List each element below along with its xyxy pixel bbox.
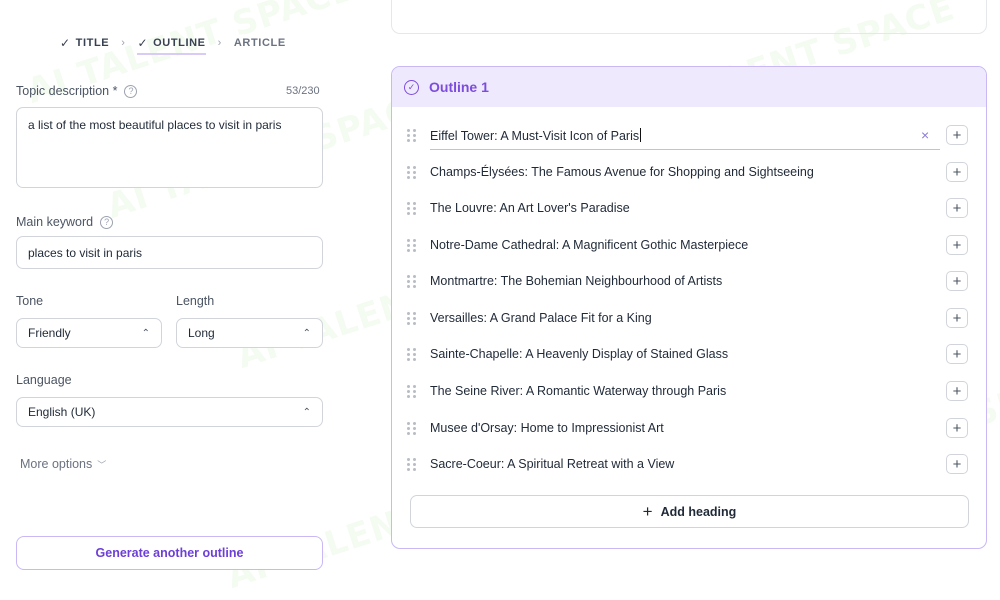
check-circle-icon: ✓ — [404, 79, 419, 95]
wizard-steps: ✓ TITLE › ✓ OUTLINE › ARTICLE — [60, 31, 286, 55]
plus-icon: + — [642, 501, 653, 521]
step-title[interactable]: ✓ TITLE — [60, 36, 109, 50]
add-subheading-button[interactable]: + — [946, 308, 968, 328]
add-subheading-button[interactable]: + — [946, 162, 968, 182]
add-subheading-button[interactable]: + — [946, 381, 968, 401]
add-subheading-button[interactable]: + — [946, 344, 968, 364]
topic-textarea[interactable]: a list of the most beautiful places to v… — [16, 107, 323, 188]
more-options-toggle[interactable]: More options ﹀ — [20, 457, 106, 471]
heading-row[interactable]: Notre-Dame Cathedral: A Magnificent Goth… — [392, 227, 986, 263]
heading-row[interactable]: Versailles: A Grand Palace Fit for a Kin… — [392, 300, 986, 336]
outline-title: Outline 1 — [429, 79, 489, 95]
heading-row[interactable]: The Seine River: A Romantic Waterway thr… — [392, 373, 986, 409]
input-underline — [430, 148, 940, 150]
add-heading-label: Add heading — [660, 504, 737, 519]
drag-handle-icon[interactable] — [407, 457, 417, 471]
help-icon[interactable]: ? — [100, 215, 114, 229]
topic-char-counter: 53/230 — [286, 85, 320, 97]
drag-handle-icon[interactable] — [407, 238, 417, 252]
heading-row[interactable]: Sainte-Chapelle: A Heavenly Display of S… — [392, 336, 986, 372]
tone-label: Tone — [16, 294, 44, 308]
heading-text[interactable]: Montmartre: The Bohemian Neighbourhood o… — [430, 274, 722, 288]
check-icon: ✓ — [137, 36, 149, 50]
drag-handle-icon[interactable] — [407, 421, 417, 435]
previous-card-edge — [391, 0, 987, 34]
check-icon: ✓ — [60, 36, 71, 50]
add-subheading-button[interactable]: + — [946, 271, 968, 291]
add-subheading-button[interactable]: + — [946, 198, 968, 218]
step-label: TITLE — [75, 37, 110, 49]
length-value: Long — [188, 326, 215, 340]
keyword-input[interactable]: places to visit in paris — [16, 236, 323, 269]
drag-handle-icon[interactable] — [407, 201, 417, 215]
step-article[interactable]: ARTICLE — [234, 37, 286, 49]
language-value: English (UK) — [28, 405, 96, 419]
heading-row[interactable]: Montmartre: The Bohemian Neighbourhood o… — [392, 263, 986, 299]
keyword-value: places to visit in paris — [28, 245, 143, 260]
select-caret-icon: ⌃ — [302, 327, 311, 339]
keyword-label-text: Main keyword — [16, 215, 94, 229]
heading-text[interactable]: Sacre-Coeur: A Spiritual Retreat with a … — [430, 457, 674, 471]
heading-row[interactable]: Sacre-Coeur: A Spiritual Retreat with a … — [392, 446, 986, 482]
heading-row[interactable]: Champs-Élysées: The Famous Avenue for Sh… — [392, 154, 986, 190]
length-label: Length — [176, 294, 215, 308]
topic-label-text: Topic description * — [16, 84, 118, 98]
more-options-label: More options — [20, 457, 93, 471]
heading-text-input[interactable]: Eiffel Tower: A Must-Visit Icon of Paris — [430, 127, 642, 143]
tone-value: Friendly — [28, 326, 71, 340]
language-label: Language — [16, 373, 72, 387]
heading-row[interactable]: Musee d'Orsay: Home to Impressionist Art… — [392, 410, 986, 446]
keyword-label: Main keyword ? — [16, 215, 114, 229]
heading-text[interactable]: Notre-Dame Cathedral: A Magnificent Goth… — [430, 238, 748, 252]
heading-text[interactable]: Champs-Élysées: The Famous Avenue for Sh… — [430, 165, 814, 179]
heading-text[interactable]: The Seine River: A Romantic Waterway thr… — [430, 384, 726, 398]
length-select[interactable]: Long ⌃ — [176, 318, 323, 348]
add-heading-button[interactable]: + Add heading — [410, 495, 969, 528]
drag-handle-icon[interactable] — [407, 311, 417, 325]
drag-handle-icon[interactable] — [407, 347, 417, 361]
heading-text[interactable]: Versailles: A Grand Palace Fit for a Kin… — [430, 311, 652, 325]
tone-select[interactable]: Friendly ⌃ — [16, 318, 162, 348]
clear-icon[interactable]: × — [921, 127, 929, 143]
add-subheading-button[interactable]: + — [946, 235, 968, 255]
chevron-right-icon: › — [217, 37, 222, 49]
step-label: OUTLINE — [153, 37, 206, 49]
heading-text[interactable]: The Louvre: An Art Lover's Paradise — [430, 201, 630, 215]
help-icon[interactable]: ? — [124, 84, 138, 98]
drag-handle-icon[interactable] — [407, 128, 417, 142]
heading-row[interactable]: The Louvre: An Art Lover's Paradise + — [392, 190, 986, 226]
drag-handle-icon[interactable] — [407, 274, 417, 288]
topic-value: a list of the most beautiful places to v… — [28, 118, 282, 132]
select-caret-icon: ⌃ — [141, 327, 150, 339]
select-caret-icon: ⌃ — [302, 406, 311, 418]
drag-handle-icon[interactable] — [407, 165, 417, 179]
add-subheading-button[interactable]: + — [946, 418, 968, 438]
add-subheading-button[interactable]: + — [946, 125, 968, 145]
heading-text[interactable]: Musee d'Orsay: Home to Impressionist Art — [430, 421, 664, 435]
step-outline[interactable]: ✓ OUTLINE — [137, 36, 206, 55]
language-select[interactable]: English (UK) ⌃ — [16, 397, 323, 427]
step-label: ARTICLE — [233, 37, 286, 49]
topic-label: Topic description * ? — [16, 84, 138, 98]
generate-another-outline-button[interactable]: Generate another outline — [16, 536, 323, 570]
chevron-right-icon: › — [121, 37, 126, 49]
drag-handle-icon[interactable] — [407, 384, 417, 398]
heading-text[interactable]: Sainte-Chapelle: A Heavenly Display of S… — [430, 347, 728, 361]
add-subheading-button[interactable]: + — [946, 454, 968, 474]
chevron-down-icon: ﹀ — [97, 459, 107, 470]
outline-panel: ✓ Outline 1 Eiffel Tower: A Must-Visit I… — [391, 66, 987, 549]
outline-header[interactable]: ✓ Outline 1 — [392, 67, 986, 107]
heading-row[interactable]: Eiffel Tower: A Must-Visit Icon of Paris… — [392, 117, 986, 153]
